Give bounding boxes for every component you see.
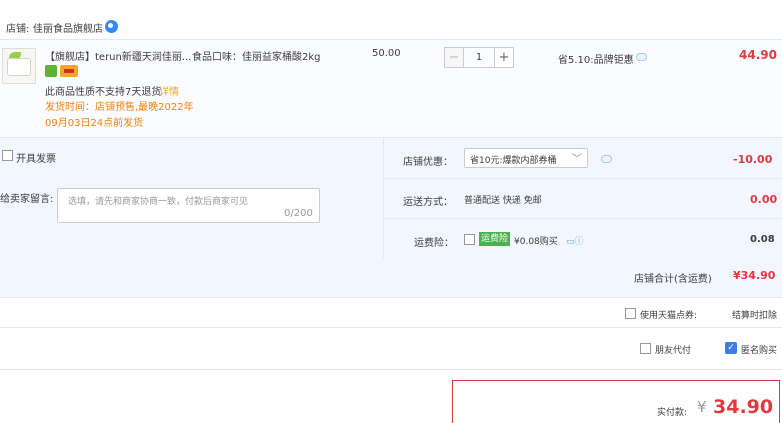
shop-total-label: 店铺合计(含运费) (634, 274, 712, 285)
item-promotion: 省5.10:品牌钜惠 (558, 55, 634, 66)
product-sku: 食品口味：佳丽益家桶酸2kg (192, 52, 321, 63)
divider (383, 138, 384, 258)
divider (384, 218, 782, 219)
shop-discount-amount: -10.00 (733, 153, 773, 166)
chevron-down-icon[interactable]: ﹀ (572, 150, 582, 165)
product-tub-graphic (7, 58, 31, 76)
shop-coupon-value: 省10元:爆款内部券桶 (470, 156, 557, 166)
product-thumbnail[interactable] (2, 48, 36, 84)
points-label: 使用天猫点券: (640, 311, 698, 321)
anonymous-checkbox[interactable]: ✓ (725, 342, 737, 354)
shipping-method: 普通配送 快递 免邮 (464, 196, 542, 206)
insurance-checkbox[interactable] (464, 234, 475, 245)
final-payment-amount: 34.90 (713, 396, 774, 418)
payment-card-icon (60, 65, 78, 77)
shop-name-link[interactable]: 佳丽食品旗舰店 (33, 20, 103, 35)
friend-pay-label: 朋友代付 (655, 346, 692, 356)
help-icon[interactable]: ▭ⓘ (566, 234, 584, 247)
memo-placeholder: 选填，请先和商家协商一致，付款后商家可见 (68, 197, 249, 207)
insurance-price: ¥0.08购买 (514, 237, 558, 247)
decrease-quantity-button[interactable]: − (444, 47, 464, 68)
quantity-input[interactable]: 1 (464, 47, 494, 68)
divider (384, 178, 782, 179)
shipping-fee: 0.00 (750, 193, 778, 206)
increase-quantity-button[interactable]: + (494, 47, 514, 68)
invoice-label: 开具发票 (16, 154, 56, 165)
shop-header (0, 0, 782, 40)
final-payment-label: 实付款: (657, 408, 688, 418)
memo-label: 给卖家留言: (0, 194, 54, 205)
invoice-checkbox[interactable] (2, 150, 13, 161)
points-checkbox[interactable] (625, 308, 636, 319)
shop-total-value: ¥34.90 (733, 269, 776, 282)
friend-pay-checkbox[interactable] (640, 343, 651, 354)
product-title-link[interactable]: 【旗舰店】terun新疆天润佳丽... (45, 48, 191, 63)
points-info: 结算时扣除 (732, 311, 778, 321)
speech-bubble-icon[interactable] (601, 155, 612, 163)
shipping-label: 运送方式： (403, 197, 453, 208)
insurance-amount: 0.08 (750, 234, 775, 245)
service-badge-icon (45, 65, 57, 77)
no-return-notice: 此商品性质不支持7天退货 (45, 87, 162, 98)
shop-coupon-label: 店铺优惠： (403, 157, 453, 168)
speech-bubble-icon[interactable] (636, 53, 647, 61)
detail-link[interactable]: 详情 (159, 83, 179, 98)
ship-time-notice: 发货时间：店铺预售,最晚2022年 (45, 102, 194, 113)
memo-char-count: 0/200 (284, 208, 313, 219)
unit-price: 50.00 (372, 48, 401, 59)
anonymous-label: 匿名购买 (741, 346, 778, 356)
quantity-stepper: − 1 + (444, 47, 519, 69)
currency-symbol: ¥ (697, 398, 707, 416)
insurance-label: 运费险： (414, 238, 454, 249)
chat-icon[interactable] (105, 20, 118, 33)
insurance-tag: 运费险 (479, 232, 511, 246)
shop-label: 店铺: (6, 24, 30, 35)
item-subtotal: 44.90 (739, 48, 777, 62)
ship-time-notice-cont: 09月03日24点前发货 (45, 118, 144, 129)
